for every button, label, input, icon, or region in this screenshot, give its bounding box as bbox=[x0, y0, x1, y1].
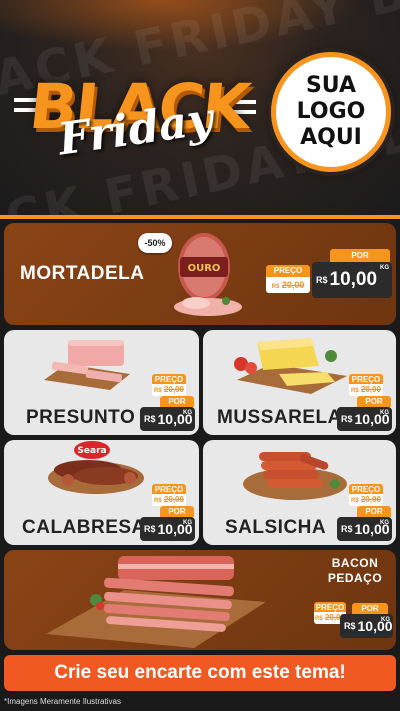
old-price-currency: R$ bbox=[351, 388, 359, 394]
new-price-currency: R$ bbox=[316, 275, 328, 285]
unit-label: KG bbox=[380, 410, 389, 416]
cta-banner[interactable]: Crie seu encarte com este tema! bbox=[4, 655, 396, 691]
bacon-image bbox=[46, 556, 266, 648]
preco-label: PREÇO bbox=[314, 602, 346, 612]
old-price-currency: R$ bbox=[315, 616, 323, 622]
new-price: R$ 10,00 KG bbox=[140, 407, 195, 431]
mortadela-brand-label: OURO bbox=[188, 263, 221, 274]
discount-badge: -50% bbox=[138, 233, 172, 253]
preco-label: PREÇO bbox=[349, 374, 383, 384]
header-separator bbox=[0, 215, 400, 219]
new-price-currency: R$ bbox=[144, 524, 156, 534]
old-price-value: 20,00 bbox=[281, 280, 305, 290]
old-price-value: 20,00 bbox=[163, 385, 184, 394]
unit-label: KG bbox=[381, 617, 390, 623]
preco-label: PREÇO bbox=[152, 484, 186, 494]
card-salsicha[interactable]: SALSICHA PREÇO R$ 20,00 POR R$ 10,00 KG bbox=[203, 440, 396, 545]
logo-text: SUA LOGO AQUI bbox=[296, 73, 366, 150]
por-label: POR bbox=[357, 396, 391, 407]
por-label: POR bbox=[352, 603, 388, 614]
old-price: R$ 20,00 bbox=[152, 494, 186, 506]
new-price: R$ 10,00 KG bbox=[340, 614, 393, 638]
product-name: BACON bbox=[331, 556, 379, 570]
card-presunto[interactable]: PRESUNTO PREÇO R$ 20,00 POR R$ 10,00 KG bbox=[4, 330, 199, 435]
unit-label: KG bbox=[380, 520, 389, 526]
new-price-currency: R$ bbox=[341, 524, 353, 534]
card-bacon[interactable]: BACON PEDAÇO PREÇO R$ 20,00 POR R$ 10,00… bbox=[4, 550, 396, 650]
por-label: POR bbox=[160, 506, 194, 517]
product-name: MORTADELA bbox=[20, 263, 145, 284]
card-mussarela[interactable]: MUSSARELA PREÇO R$ 20,00 POR R$ 10,00 KG bbox=[203, 330, 396, 435]
card-mortadela[interactable]: MORTADELA OURO PREÇO R$ 20,00 POR R$ 10,… bbox=[4, 223, 396, 325]
mortadela-image: OURO bbox=[174, 233, 242, 316]
por-label: POR bbox=[330, 249, 390, 262]
por-label: POR bbox=[357, 506, 391, 517]
product-name: MUSSARELA bbox=[217, 407, 342, 428]
disclaimer-note: *Imagens Meramente Ilustrativas bbox=[4, 697, 121, 706]
old-price-currency: R$ bbox=[351, 498, 359, 504]
product-name-line2: PEDAÇO bbox=[327, 571, 383, 585]
calabresa-brand-label: Seara bbox=[77, 446, 106, 456]
card-calabresa[interactable]: Seara CALABRESA PREÇO R$ 20,00 POR R$ 10… bbox=[4, 440, 199, 545]
new-price: R$ 10,00 KG bbox=[337, 517, 392, 541]
old-price-currency: R$ bbox=[154, 498, 162, 504]
logo-placeholder[interactable]: SUA LOGO AQUI bbox=[271, 52, 391, 172]
new-price-value: 10,00 bbox=[329, 269, 378, 290]
old-price-value: 20,00 bbox=[360, 385, 381, 394]
old-price: R$ 20,00 bbox=[266, 277, 310, 293]
old-price-value: 20,00 bbox=[163, 495, 184, 504]
new-price-currency: R$ bbox=[341, 414, 353, 424]
preco-label: PREÇO bbox=[266, 265, 310, 277]
product-name: SALSICHA bbox=[225, 517, 327, 538]
product-name: PRESUNTO bbox=[26, 407, 136, 428]
presunto-image bbox=[44, 340, 130, 390]
por-label: POR bbox=[160, 396, 194, 407]
old-price: R$ 20,00 bbox=[349, 494, 383, 506]
old-price-currency: R$ bbox=[154, 388, 162, 394]
unit-label: KG bbox=[183, 410, 192, 416]
unit-label: KG bbox=[183, 520, 192, 526]
header-banner: ACK FRIDAY BLA ACK FRIDAY BLACK BLACK Fr… bbox=[0, 0, 400, 215]
product-name: CALABRESA bbox=[22, 517, 146, 538]
old-price-value: 20,00 bbox=[360, 495, 381, 504]
preco-label: PREÇO bbox=[349, 484, 383, 494]
old-price-currency: R$ bbox=[271, 284, 280, 290]
new-price-currency: R$ bbox=[144, 414, 156, 424]
new-price: R$ 10,00 KG bbox=[337, 407, 392, 431]
mussarela-image bbox=[234, 338, 347, 394]
salsicha-image bbox=[243, 452, 347, 500]
new-price: R$ 10,00 KG bbox=[140, 517, 195, 541]
new-price: R$ 10,00 KG bbox=[312, 262, 392, 298]
old-price: R$ 20,00 bbox=[349, 384, 383, 396]
new-price-currency: R$ bbox=[344, 621, 356, 631]
cta-text: Crie seu encarte com este tema! bbox=[54, 662, 346, 683]
calabresa-image: Seara bbox=[48, 441, 144, 494]
old-price: R$ 20,00 bbox=[152, 384, 186, 396]
unit-label: KG bbox=[380, 265, 389, 271]
preco-label: PREÇO bbox=[152, 374, 186, 384]
